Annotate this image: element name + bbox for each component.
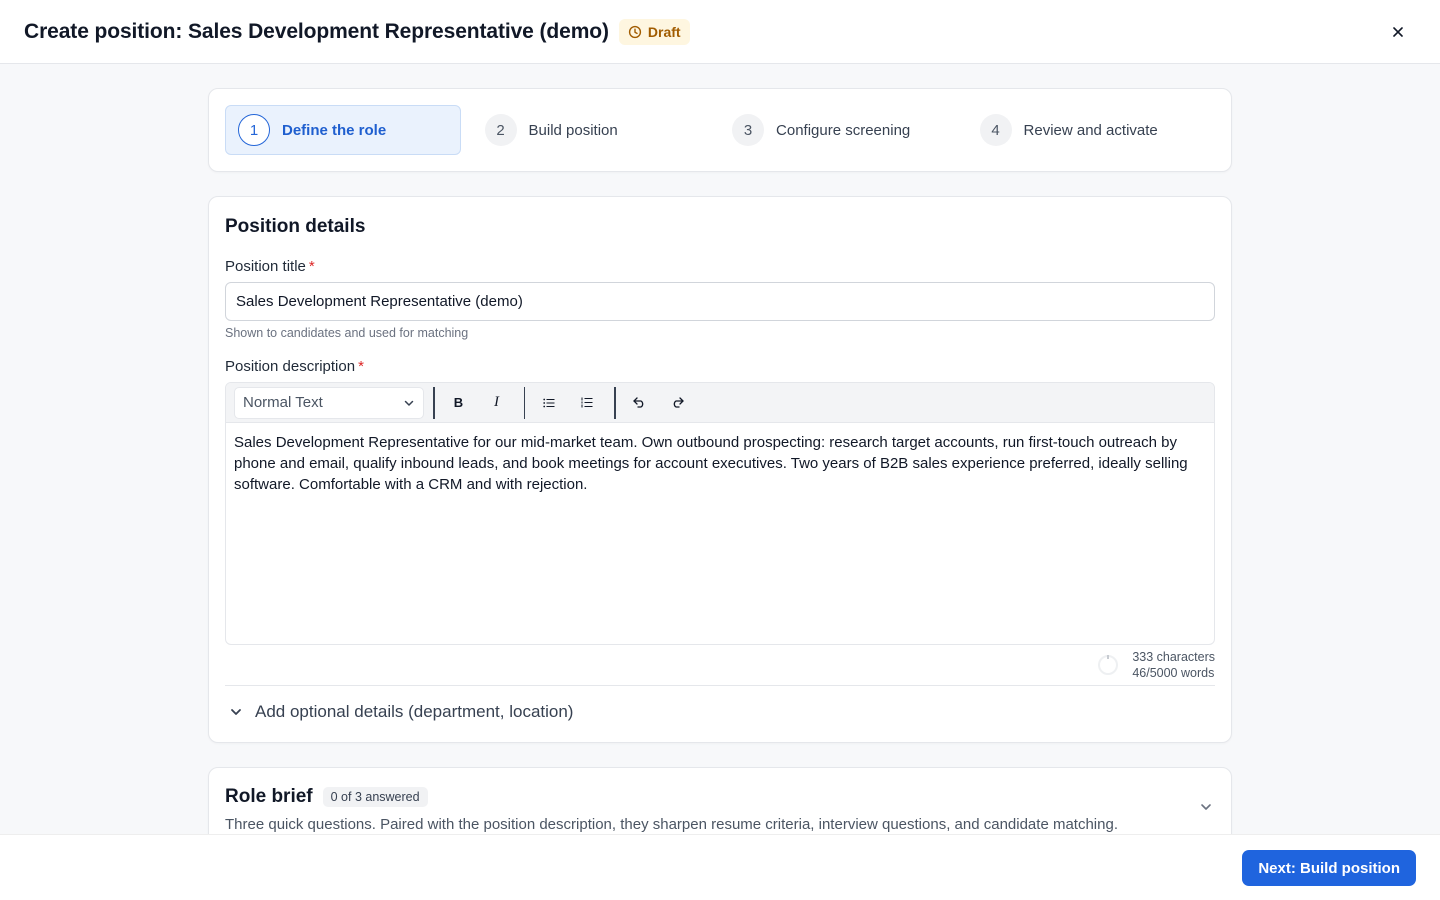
chevron-down-icon [231, 709, 241, 715]
redo-button[interactable] [660, 387, 696, 419]
required-mark: * [358, 358, 364, 375]
step-label: Build position [528, 121, 618, 139]
step-configure-screening[interactable]: 3 Configure screening [720, 105, 956, 155]
step-label: Review and activate [1023, 121, 1158, 139]
optional-details-label: Add optional details (department, locati… [255, 702, 574, 721]
italic-button[interactable]: I [479, 387, 515, 419]
bullet-list-icon [543, 398, 555, 407]
step-build-position[interactable]: 2 Build position [473, 105, 709, 155]
content-area[interactable]: 1 Define the role 2 Build position 3 Con… [0, 64, 1440, 834]
step-number: 3 [732, 114, 765, 146]
step-define-the-role[interactable]: 1 Define the role [225, 105, 461, 155]
role-brief-heading: Role brief [225, 786, 313, 807]
description-editor: Normal Text B I Sales Development Repres… [225, 382, 1215, 645]
close-button[interactable] [1386, 20, 1410, 44]
text-format-value: Normal Text [243, 394, 323, 411]
answered-badge: 0 of 3 answered [322, 787, 428, 807]
word-count: 46/5000 words [1132, 666, 1215, 680]
character-counter: 333 characters 46/5000 words [1098, 649, 1215, 681]
position-title-label: Position title * [225, 258, 315, 275]
position-title-input[interactable] [225, 282, 1215, 321]
clock-icon [628, 25, 642, 38]
step-label: Configure screening [776, 121, 911, 139]
numbered-list-button[interactable] [569, 387, 605, 419]
close-icon [1393, 27, 1403, 37]
stepper: 1 Define the role 2 Build position 3 Con… [208, 88, 1232, 172]
step-number: 2 [484, 114, 517, 146]
divider [225, 685, 1215, 686]
footer-bar: Next: Build position [0, 834, 1440, 900]
undo-icon [633, 397, 644, 408]
role-brief-header: Role brief 0 of 3 answered [225, 786, 428, 808]
section-heading: Position details [225, 216, 366, 237]
chevron-down-icon[interactable] [1199, 800, 1213, 814]
chevron-down-icon [404, 400, 414, 406]
role-brief-card[interactable]: Role brief 0 of 3 answered Three quick q… [208, 767, 1232, 834]
status-badge: Draft [618, 18, 690, 45]
toolbar-divider [433, 386, 435, 419]
character-count: 333 characters [1132, 650, 1215, 664]
description-textarea[interactable]: Sales Development Representative for our… [226, 423, 1214, 504]
required-mark: * [308, 258, 315, 275]
top-bar: Create position: Sales Development Repre… [0, 0, 1440, 64]
numbered-list-icon [581, 397, 593, 408]
step-number: 4 [979, 114, 1012, 146]
position-title-label-text: Position title [225, 258, 306, 275]
optional-details-toggle[interactable]: Add optional details (department, locati… [229, 702, 573, 722]
next-build-position-button[interactable]: Next: Build position [1242, 850, 1416, 886]
role-brief-description: Three quick questions. Paired with the p… [225, 816, 1118, 833]
toolbar-divider [614, 386, 616, 419]
bold-button[interactable]: B [441, 387, 477, 419]
editor-toolbar: Normal Text B I [226, 383, 1214, 423]
progress-ring-icon [1098, 655, 1119, 675]
step-number: 1 [238, 114, 270, 146]
text-format-select[interactable]: Normal Text [234, 386, 424, 419]
position-title-hint: Shown to candidates and used for matchin… [225, 326, 469, 340]
position-description-label: Position description * [225, 358, 364, 375]
step-label: Define the role [282, 121, 387, 139]
bullet-list-button[interactable] [531, 387, 567, 419]
counter-text: 333 characters 46/5000 words [1132, 649, 1215, 681]
undo-button[interactable] [622, 387, 658, 419]
toolbar-divider [523, 386, 525, 419]
status-badge-label: Draft [647, 23, 681, 40]
position-details-card: Position details Position title* Shown t… [208, 196, 1232, 743]
step-review-and-activate[interactable]: 4 Review and activate [968, 105, 1204, 155]
position-description-label-text: Position description [225, 358, 356, 375]
page-title: Create position: Sales Development Repre… [24, 19, 609, 43]
redo-icon [673, 397, 684, 408]
